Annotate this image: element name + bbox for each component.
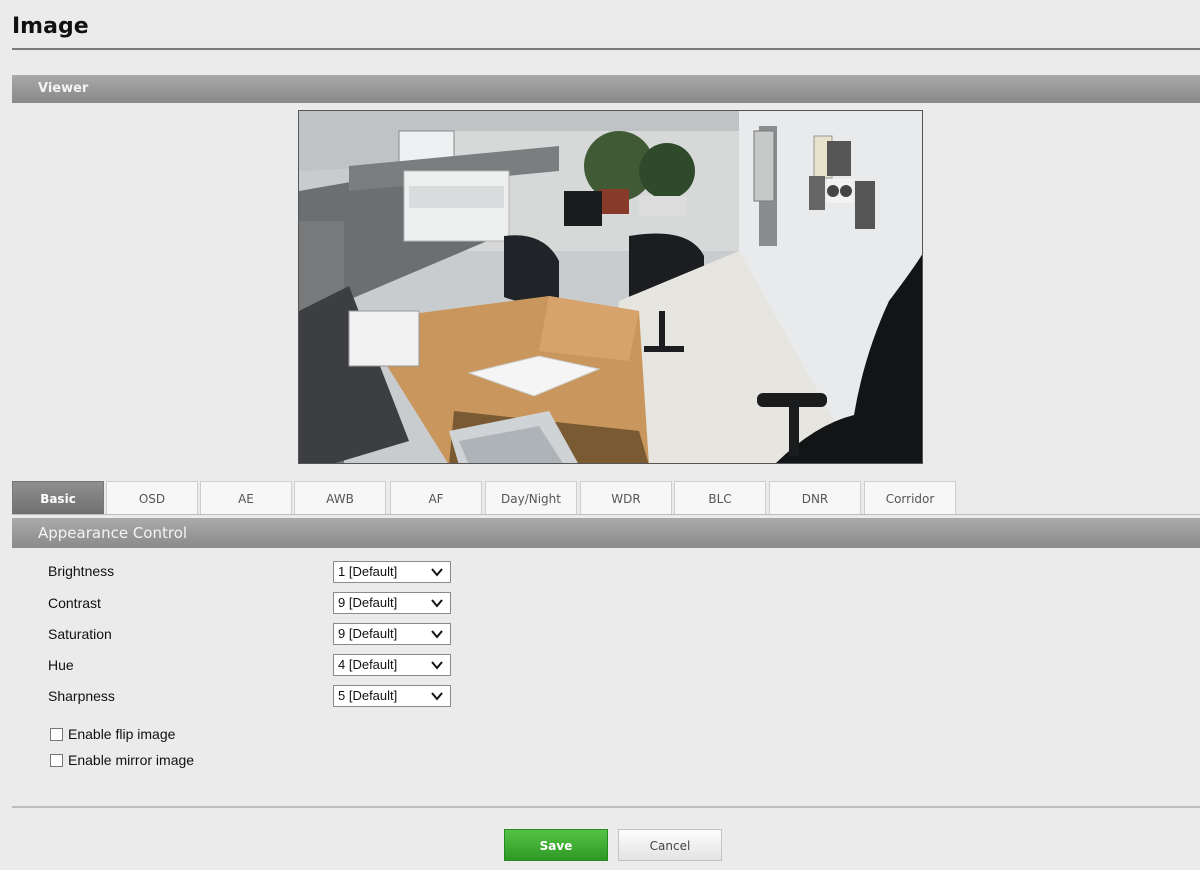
tab-blc[interactable]: BLC: [674, 481, 766, 515]
flip-image-option: Enable flip image: [50, 726, 175, 742]
sharpness-label: Sharpness: [48, 688, 115, 704]
saturation-label: Saturation: [48, 626, 112, 642]
contrast-value: 9 [Default]: [338, 595, 398, 610]
settings-tab-bar: Basic OSD AE AWB AF Day/Night WDR BLC DN…: [12, 481, 1200, 515]
footer-divider: [12, 806, 1200, 808]
title-divider: [12, 48, 1200, 50]
contrast-label: Contrast: [48, 595, 101, 611]
cancel-button[interactable]: Cancel: [618, 829, 722, 861]
tab-bar-divider: [12, 514, 1200, 515]
tab-basic[interactable]: Basic: [12, 481, 104, 515]
camera-live-view[interactable]: [298, 110, 923, 464]
page-title: Image: [12, 14, 89, 39]
tab-awb[interactable]: AWB: [294, 481, 386, 515]
contrast-select[interactable]: 9 [Default]: [333, 592, 451, 614]
saturation-value: 9 [Default]: [338, 626, 398, 641]
sharpness-select[interactable]: 5 [Default]: [333, 685, 451, 707]
tab-ae[interactable]: AE: [200, 481, 292, 515]
chevron-down-icon: [431, 692, 443, 701]
chevron-down-icon: [431, 661, 443, 670]
appearance-control-header: Appearance Control: [12, 518, 1200, 548]
hue-select[interactable]: 4 [Default]: [333, 654, 451, 676]
save-button[interactable]: Save: [504, 829, 608, 861]
mirror-image-option: Enable mirror image: [50, 752, 194, 768]
flip-image-checkbox[interactable]: [50, 727, 63, 741]
chevron-down-icon: [431, 599, 443, 608]
brightness-select[interactable]: 1 [Default]: [333, 561, 451, 583]
hue-value: 4 [Default]: [338, 657, 398, 672]
tab-osd[interactable]: OSD: [106, 481, 198, 515]
hue-label: Hue: [48, 657, 74, 673]
chevron-down-icon: [431, 568, 443, 577]
tab-wdr[interactable]: WDR: [580, 481, 672, 515]
viewer-section-header: Viewer: [12, 75, 1200, 103]
mirror-image-label: Enable mirror image: [68, 752, 195, 768]
saturation-select[interactable]: 9 [Default]: [333, 623, 451, 645]
chevron-down-icon: [431, 630, 443, 639]
tab-af[interactable]: AF: [390, 481, 482, 515]
flip-image-label: Enable flip image: [68, 726, 176, 742]
tab-dnr[interactable]: DNR: [769, 481, 861, 515]
brightness-value: 1 [Default]: [338, 564, 398, 579]
tab-day-night[interactable]: Day/Night: [485, 481, 577, 515]
mirror-image-checkbox[interactable]: [50, 753, 63, 767]
tab-corridor[interactable]: Corridor: [864, 481, 956, 515]
sharpness-value: 5 [Default]: [338, 688, 398, 703]
camera-view-image: [299, 111, 922, 463]
brightness-label: Brightness: [48, 563, 115, 579]
